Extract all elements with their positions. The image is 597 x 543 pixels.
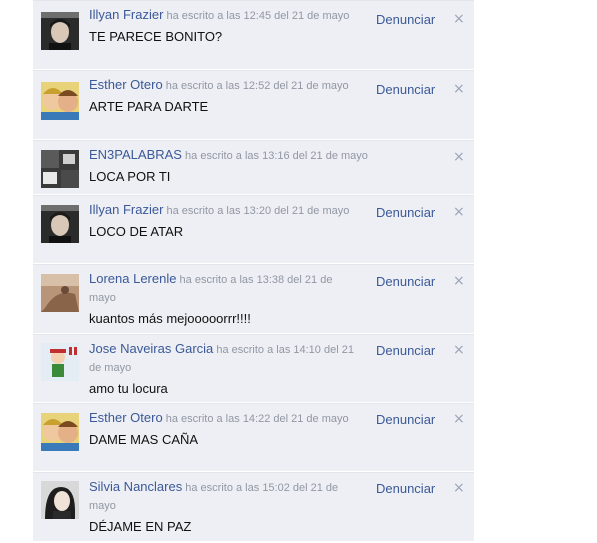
avatar-silvia[interactable] <box>41 481 79 519</box>
comment-meta: EN3PALABRAS ha escrito a las 13:16 del 2… <box>89 146 429 165</box>
author-link[interactable]: Lorena Lerenle <box>89 271 176 286</box>
comment-item: Esther Otero ha escrito a las 12:52 del … <box>33 70 474 140</box>
avatar-esther[interactable] <box>41 82 79 120</box>
timestamp[interactable]: ha escrito a las 12:45 del 21 de mayo <box>166 10 349 22</box>
avatar-en3palabras[interactable] <box>41 150 79 188</box>
report-link[interactable]: Denunciar <box>376 273 435 291</box>
comment-meta: Esther Otero ha escrito a las 14:22 del … <box>89 409 359 428</box>
report-link[interactable]: Denunciar <box>376 204 435 222</box>
avatar-illyan[interactable] <box>41 12 79 50</box>
report-link[interactable]: Denunciar <box>376 480 435 498</box>
close-icon[interactable]: × <box>453 272 465 290</box>
close-icon[interactable]: × <box>453 10 465 28</box>
avatar-lorena[interactable] <box>41 274 79 312</box>
timestamp[interactable]: ha escrito a las 14:22 del 21 de mayo <box>166 413 349 425</box>
comment-meta: Jose Naveiras Garcia ha escrito a las 14… <box>89 340 359 377</box>
close-icon[interactable]: × <box>453 148 465 166</box>
close-icon[interactable]: × <box>453 203 465 221</box>
author-link[interactable]: EN3PALABRAS <box>89 147 182 162</box>
timestamp[interactable]: ha escrito a las 13:16 del 21 de mayo <box>185 150 368 162</box>
author-link[interactable]: Illyan Frazier <box>89 202 163 217</box>
comment-text: LOCA POR TI <box>89 169 171 184</box>
author-link[interactable]: Jose Naveiras Garcia <box>89 341 213 356</box>
report-link[interactable]: Denunciar <box>376 411 435 429</box>
comment-text: DÉJAME EN PAZ <box>89 519 192 534</box>
close-icon[interactable]: × <box>453 479 465 497</box>
comment-item: Silvia Nanclares ha escrito a las 15:02 … <box>33 472 474 542</box>
comment-item: Illyan Frazier ha escrito a las 13:20 de… <box>33 195 474 264</box>
close-icon[interactable]: × <box>453 410 465 428</box>
comment-meta: Esther Otero ha escrito a las 12:52 del … <box>89 76 359 95</box>
comment-meta: Illyan Frazier ha escrito a las 13:20 de… <box>89 201 359 220</box>
comment-item: Jose Naveiras Garcia ha escrito a las 14… <box>33 334 474 403</box>
author-link[interactable]: Esther Otero <box>89 410 163 425</box>
comment-item: EN3PALABRAS ha escrito a las 13:16 del 2… <box>33 140 474 195</box>
avatar-esther[interactable] <box>41 413 79 451</box>
comment-item: Illyan Frazier ha escrito a las 12:45 de… <box>33 0 474 70</box>
avatar-jose[interactable] <box>41 343 79 381</box>
close-icon[interactable]: × <box>453 80 465 98</box>
comment-meta: Illyan Frazier ha escrito a las 12:45 de… <box>89 6 359 25</box>
comment-text: LOCO DE ATAR <box>89 224 184 239</box>
author-link[interactable]: Esther Otero <box>89 77 163 92</box>
avatar-illyan[interactable] <box>41 205 79 243</box>
timestamp[interactable]: ha escrito a las 12:52 del 21 de mayo <box>166 80 349 92</box>
comment-text: amo tu locura <box>89 381 168 396</box>
comment-text: DAME MAS CAÑA <box>89 432 199 447</box>
author-link[interactable]: Illyan Frazier <box>89 7 163 22</box>
comment-meta: Silvia Nanclares ha escrito a las 15:02 … <box>89 478 359 515</box>
report-link[interactable]: Denunciar <box>376 81 435 99</box>
timestamp[interactable]: ha escrito a las 13:20 del 21 de mayo <box>166 205 349 217</box>
report-link[interactable]: Denunciar <box>376 11 435 29</box>
comment-text: kuantos más mejooooorrr!!!! <box>89 311 251 326</box>
comment-meta: Lorena Lerenle ha escrito a las 13:38 de… <box>89 270 359 307</box>
close-icon[interactable]: × <box>453 341 465 359</box>
comment-item: Esther Otero ha escrito a las 14:22 del … <box>33 403 474 472</box>
comment-item: Lorena Lerenle ha escrito a las 13:38 de… <box>33 264 474 334</box>
report-link[interactable]: Denunciar <box>376 342 435 360</box>
comment-list: Illyan Frazier ha escrito a las 12:45 de… <box>33 0 474 542</box>
author-link[interactable]: Silvia Nanclares <box>89 479 182 494</box>
